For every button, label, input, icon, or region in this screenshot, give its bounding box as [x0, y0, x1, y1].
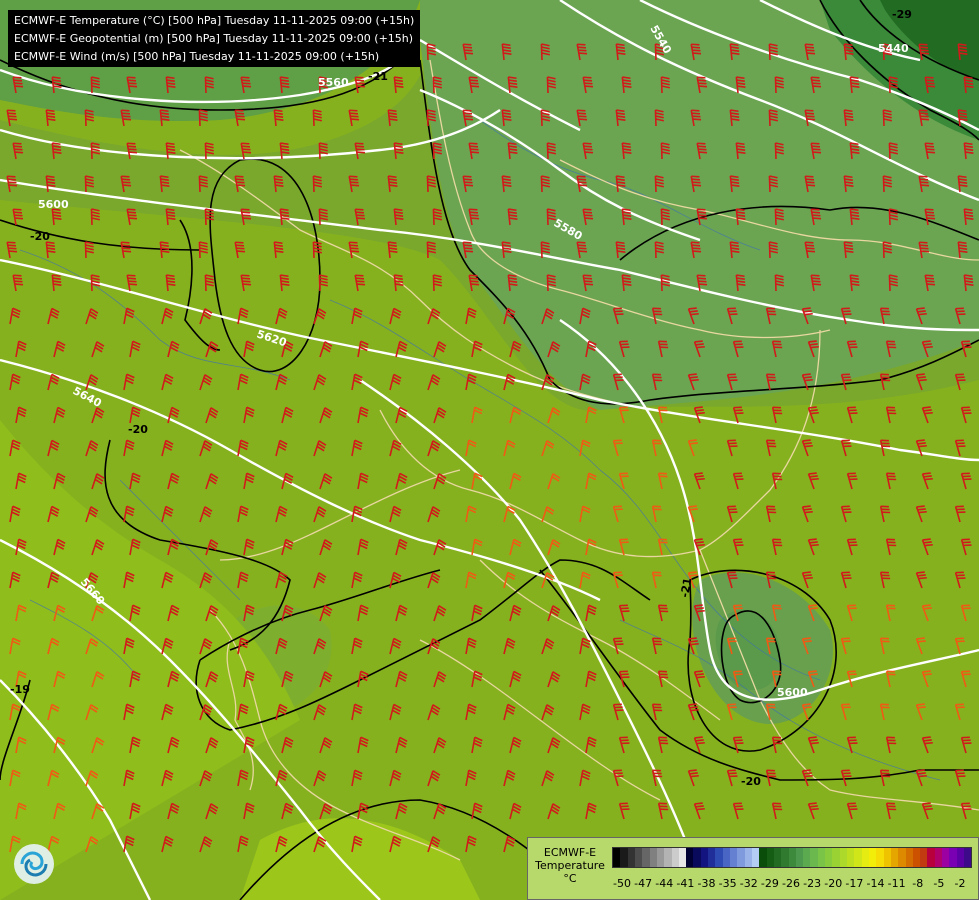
legend-swatch — [825, 848, 833, 867]
legend-swatch — [942, 848, 950, 867]
legend-swatch — [781, 848, 789, 867]
isohypse-label: 5600 — [38, 198, 69, 211]
legend-swatch — [890, 848, 899, 867]
legend-tick: -32 — [739, 877, 758, 890]
legend-swatch — [839, 848, 847, 867]
legend-tick: -35 — [718, 877, 737, 890]
legend-swatch — [773, 848, 782, 867]
legend-swatch — [905, 848, 913, 867]
legend-swatch — [671, 848, 679, 867]
legend-ticks: -50 -47 -44 -41 -38 -35 -32 -29 -26 -23 -20 -17 -14-… — [612, 877, 970, 891]
title-wind: ECMWF-E Wind (m/s) [500 hPa] Tuesday 11-… — [14, 50, 380, 63]
isotherm-label: -20 — [128, 423, 148, 436]
legend-swatch — [934, 848, 943, 867]
legend-tick: -20 — [824, 877, 843, 890]
title-geopotential: ECMWF-E Geopotential (m) [500 hPa] Tuesd… — [14, 32, 414, 45]
legend-swatch — [868, 848, 877, 867]
legend-swatch — [751, 848, 760, 867]
legend-swatch — [912, 848, 921, 867]
legend-tick: -2 — [954, 877, 966, 890]
isotherm-label: -20 — [30, 230, 50, 243]
legend-swatch — [847, 848, 855, 867]
legend-tick: -8 — [912, 877, 924, 890]
legend-title: ECMWF-E Temperature °C — [535, 846, 605, 885]
legend-swatch — [744, 848, 752, 867]
legend-swatch — [766, 848, 774, 867]
legend-tick: -41 — [676, 877, 695, 890]
ecmwf-logo-icon — [14, 844, 54, 884]
legend-swatch — [656, 848, 665, 867]
legend-color-bar — [612, 847, 972, 868]
legend-swatch — [927, 848, 935, 867]
legend-swatch — [649, 848, 657, 867]
legend-tick: -47 — [634, 877, 653, 890]
legend-tick: -14 — [866, 877, 885, 890]
temperature-legend: ECMWF-E Temperature °C -50 -47 -44 -41 -38 -3… — [527, 837, 979, 900]
legend-swatch — [759, 848, 767, 867]
legend-tick: -26 — [782, 877, 800, 890]
legend-tick: -11 — [887, 877, 906, 890]
legend-tick: -50 — [613, 877, 631, 890]
legend-swatch — [832, 848, 840, 867]
legend-swatch — [795, 848, 804, 867]
legend-swatch — [700, 848, 709, 867]
isotherm-label: -29 — [892, 8, 912, 21]
legend-swatch — [861, 848, 869, 867]
legend-swatch — [613, 848, 621, 867]
legend-swatch — [956, 848, 964, 867]
weather-map[interactable]: 5440 5540 5560 5580 5600 5620 5640 5660 … — [0, 0, 979, 900]
isohypse-label: 5440 — [878, 42, 909, 55]
legend-swatch — [686, 848, 694, 867]
temperature-fill — [0, 0, 979, 900]
legend-swatch — [693, 848, 701, 867]
legend-swatch — [883, 848, 891, 867]
isohypse-label: 5600 — [777, 686, 808, 699]
title-temperature: ECMWF-E Temperature (°C) [500 hPa] Tuesd… — [14, 14, 415, 27]
legend-tick: -17 — [845, 877, 864, 890]
legend-swatch — [876, 848, 884, 867]
map-title-box: ECMWF-E Temperature (°C) [500 hPa] Tuesd… — [8, 10, 420, 67]
legend-swatch — [920, 848, 928, 867]
isotherm-label: -19 — [10, 683, 30, 696]
legend-swatch — [737, 848, 745, 867]
legend-tick: -29 — [760, 877, 779, 890]
legend-swatch — [678, 848, 687, 867]
legend-swatch — [898, 848, 906, 867]
legend-swatch — [803, 848, 811, 867]
isotherm-label: -21 — [368, 70, 388, 83]
legend-swatch — [627, 848, 635, 867]
legend-swatch — [715, 848, 723, 867]
isotherm-label: -20 — [741, 775, 761, 788]
legend-swatch — [642, 848, 650, 867]
legend-swatch — [620, 848, 628, 867]
legend-swatch — [949, 848, 957, 867]
legend-tick: -5 — [933, 877, 945, 890]
legend-swatch — [854, 848, 862, 867]
legend-swatch — [788, 848, 796, 867]
isohypse-label: 5560 — [318, 76, 349, 89]
legend-tick: -44 — [655, 877, 674, 890]
legend-swatch — [708, 848, 716, 867]
legend-swatch — [634, 848, 643, 867]
legend-swatch — [722, 848, 730, 867]
legend-swatch — [810, 848, 818, 867]
legend-tick: -38 — [697, 877, 716, 890]
legend-swatch — [817, 848, 826, 867]
legend-swatch — [730, 848, 738, 867]
legend-swatch — [664, 848, 672, 867]
legend-swatch — [964, 848, 972, 867]
legend-tick: -23 — [803, 877, 822, 890]
